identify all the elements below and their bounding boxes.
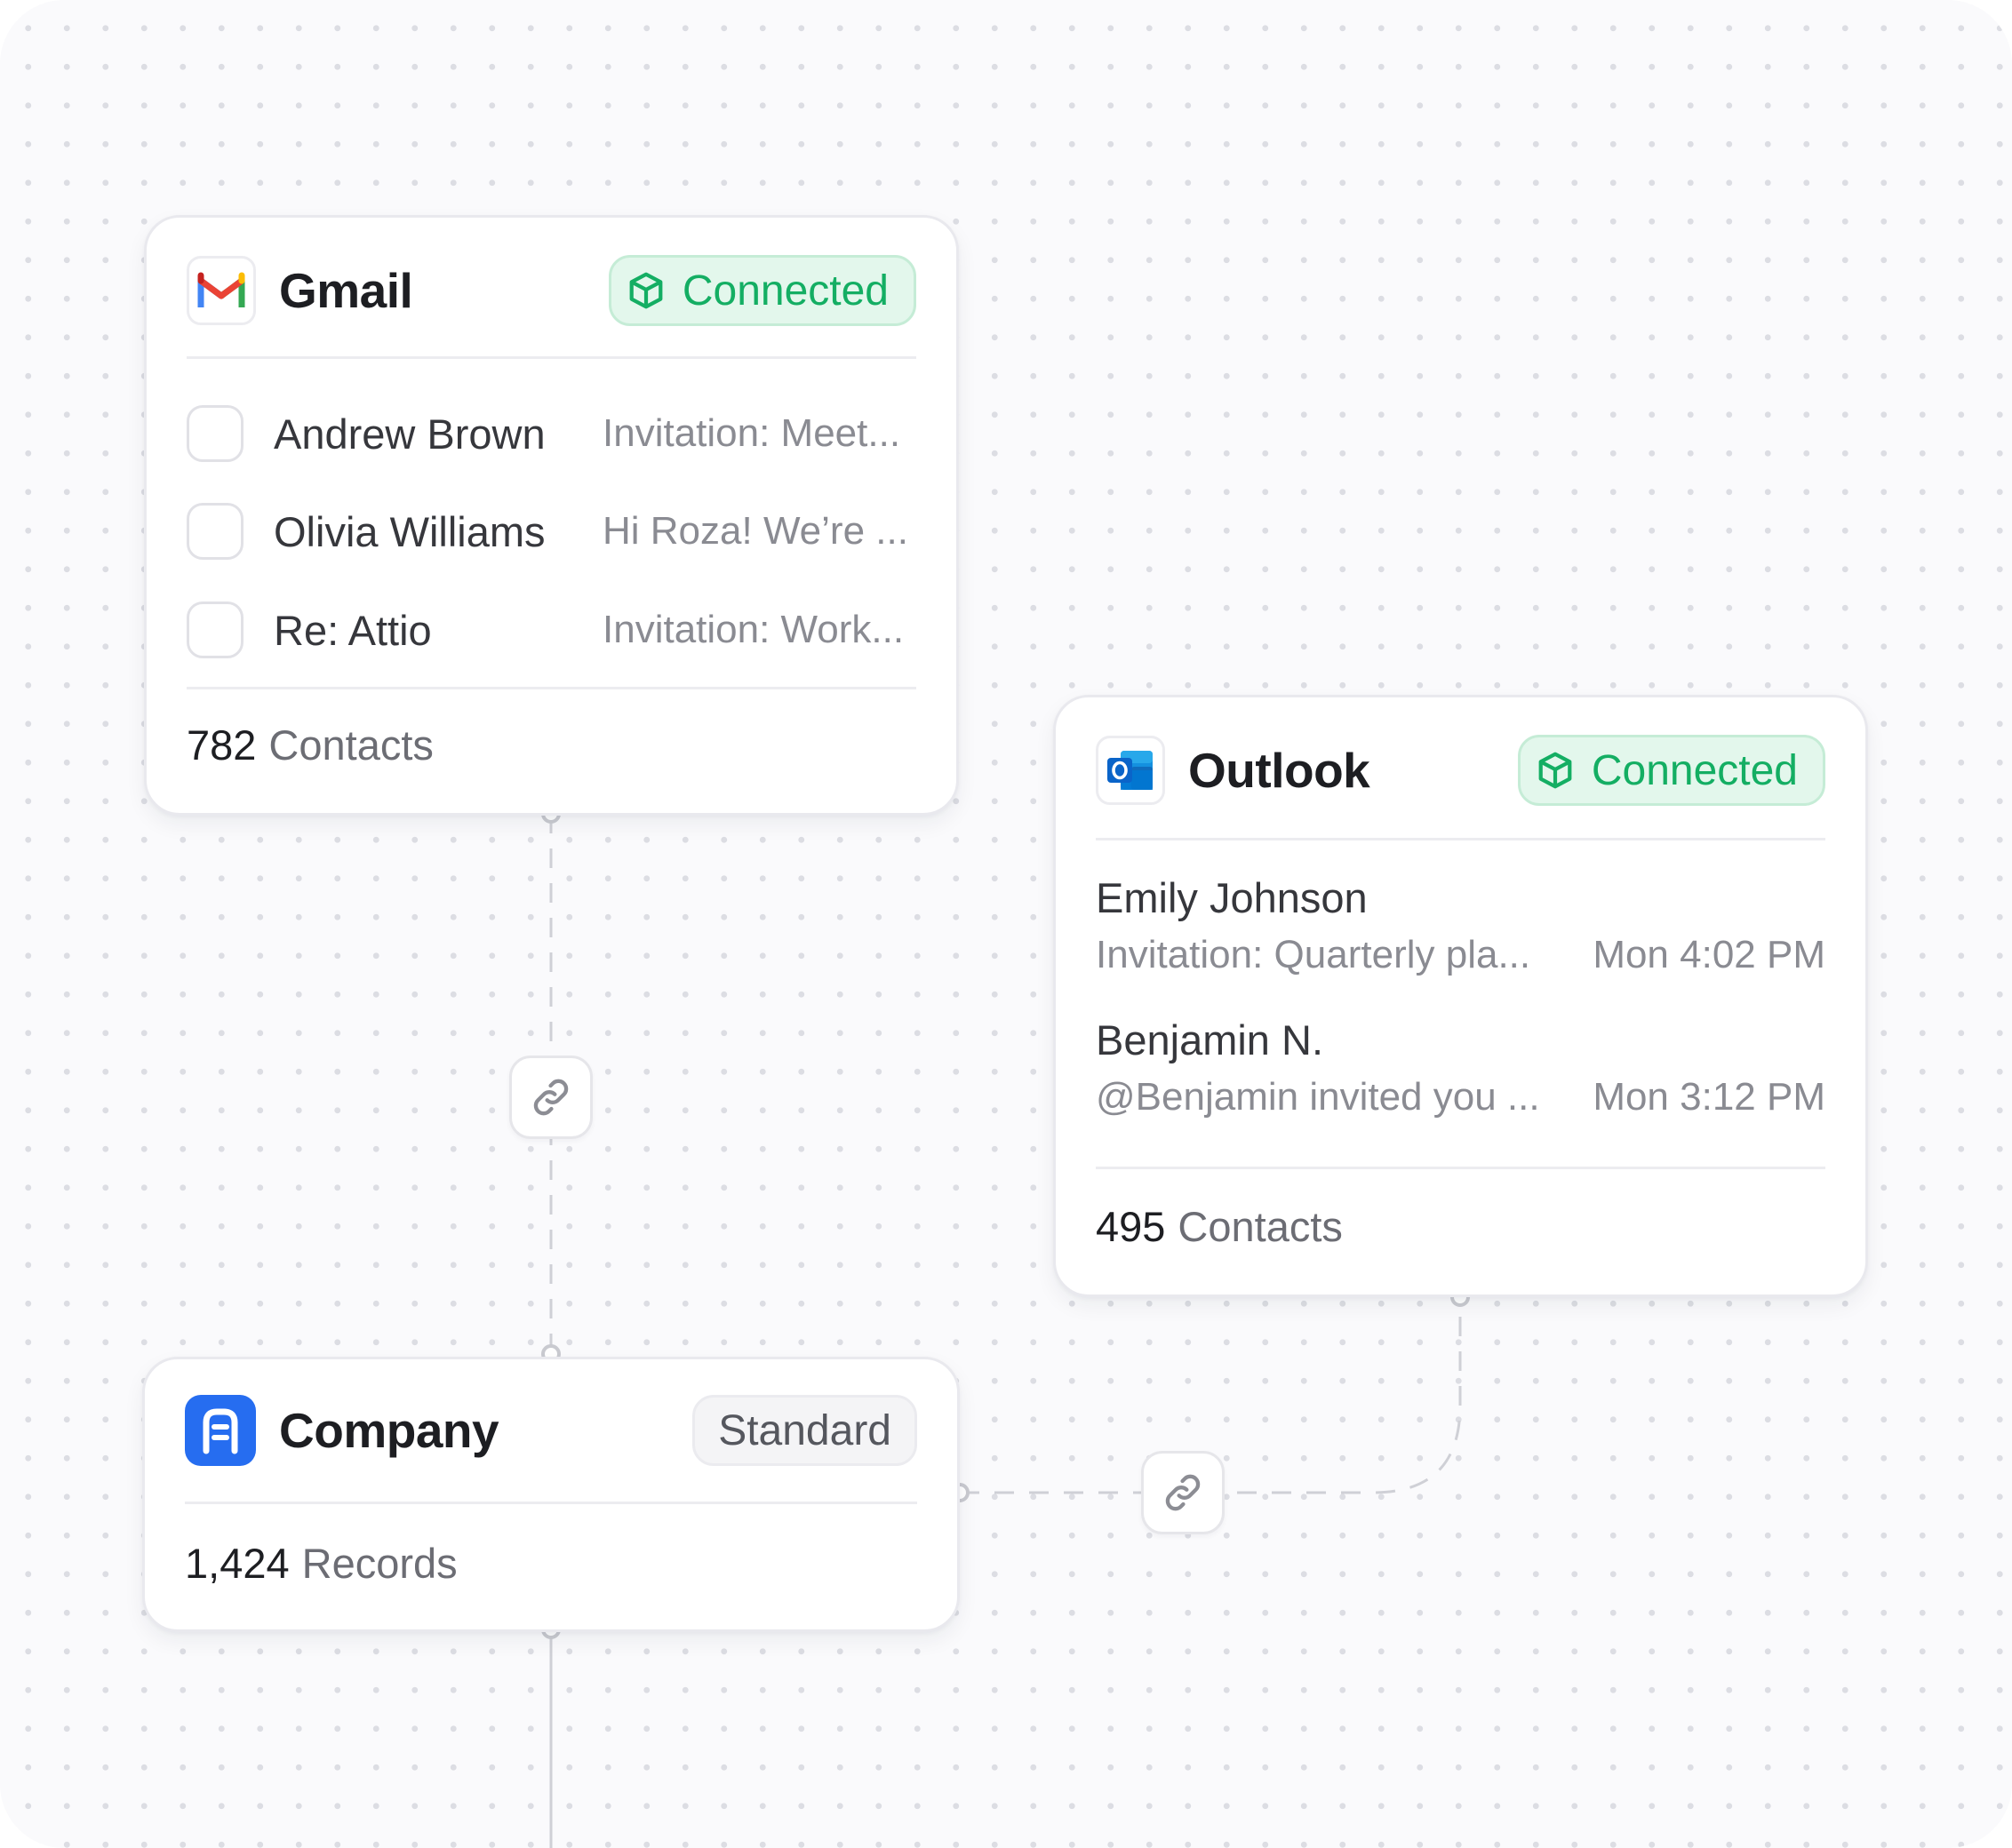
message-preview: Invitation: Quarterly pla... [1096, 933, 1531, 976]
link-chip-company-outlook[interactable] [1141, 1451, 1225, 1534]
message-preview-row[interactable]: @Benjamin invited you ... Mon 3:12 PM [1096, 1075, 1825, 1119]
message-time: Mon 4:02 PM [1593, 933, 1825, 976]
outlook-title: Outlook [1188, 743, 1370, 798]
mail-sender: Re: Attio [274, 606, 432, 654]
outlook-status-badge: Connected [1517, 735, 1825, 806]
divider [1096, 1167, 1825, 1169]
divider [187, 687, 916, 689]
mail-row-checkbox[interactable] [187, 405, 244, 462]
mail-sender: Andrew Brown [274, 410, 546, 458]
mail-row[interactable]: Re: Attio Invitation: Work... [187, 599, 916, 661]
mail-sender: Olivia Williams [274, 507, 546, 555]
outlook-count-value: 495 [1096, 1203, 1166, 1250]
outlook-count-label: Contacts [1178, 1203, 1343, 1250]
divider [185, 1502, 917, 1504]
link-icon [533, 1079, 569, 1116]
company-type-badge: Standard [692, 1395, 917, 1466]
gmail-icon [187, 256, 256, 325]
box-icon [626, 270, 667, 311]
link-icon [1165, 1474, 1201, 1511]
company-title: Company [279, 1403, 499, 1458]
workflow-canvas: Gmail Connected Andrew Brown Invitation:… [0, 0, 2012, 1848]
message-preview: @Benjamin invited you ... [1096, 1075, 1540, 1119]
mail-row[interactable]: Olivia Williams Hi Roza! We’re ... [187, 500, 916, 562]
mail-subject: Hi Roza! We’re ... [603, 509, 908, 553]
gmail-card-header: Gmail Connected [187, 253, 916, 328]
mail-row[interactable]: Andrew Brown Invitation: Meet... [187, 402, 916, 465]
divider [187, 356, 916, 359]
box-icon [1535, 750, 1576, 791]
link-chip-gmail-company[interactable] [509, 1055, 593, 1139]
outlook-card-header: Outlook Connected [1096, 733, 1825, 808]
gmail-title: Gmail [279, 263, 413, 318]
company-card-header: Company Standard [185, 1393, 917, 1468]
mail-row-checkbox[interactable] [187, 503, 244, 560]
mail-subject: Invitation: Meet... [603, 411, 901, 455]
message-sender[interactable]: Emily Johnson [1096, 873, 1368, 922]
gmail-status-label: Connected [682, 267, 889, 315]
message-time: Mon 3:12 PM [1593, 1075, 1825, 1119]
outlook-contacts-count: 495 Contacts [1096, 1202, 1343, 1251]
outlook-card[interactable]: Outlook Connected Emily Johnson Invitati… [1053, 695, 1868, 1297]
company-count-value: 1,424 [185, 1540, 290, 1587]
outlook-icon [1096, 736, 1165, 805]
mail-row-checkbox[interactable] [187, 601, 244, 658]
gmail-status-badge: Connected [608, 255, 916, 326]
gmail-contacts-count: 782 Contacts [187, 721, 434, 769]
mail-subject: Invitation: Work... [603, 608, 905, 651]
message-sender[interactable]: Benjamin N. [1096, 1016, 1323, 1064]
divider [1096, 838, 1825, 840]
outlook-status-label: Connected [1591, 746, 1798, 794]
company-count-label: Records [301, 1540, 458, 1587]
company-icon [185, 1395, 256, 1466]
gmail-count-value: 782 [187, 721, 257, 769]
gmail-card[interactable]: Gmail Connected Andrew Brown Invitation:… [144, 215, 959, 816]
gmail-count-label: Contacts [268, 721, 434, 769]
message-preview-row[interactable]: Invitation: Quarterly pla... Mon 4:02 PM [1096, 933, 1825, 977]
company-card[interactable]: Company Standard 1,424 Records [142, 1357, 960, 1632]
company-records-count: 1,424 Records [185, 1539, 458, 1588]
